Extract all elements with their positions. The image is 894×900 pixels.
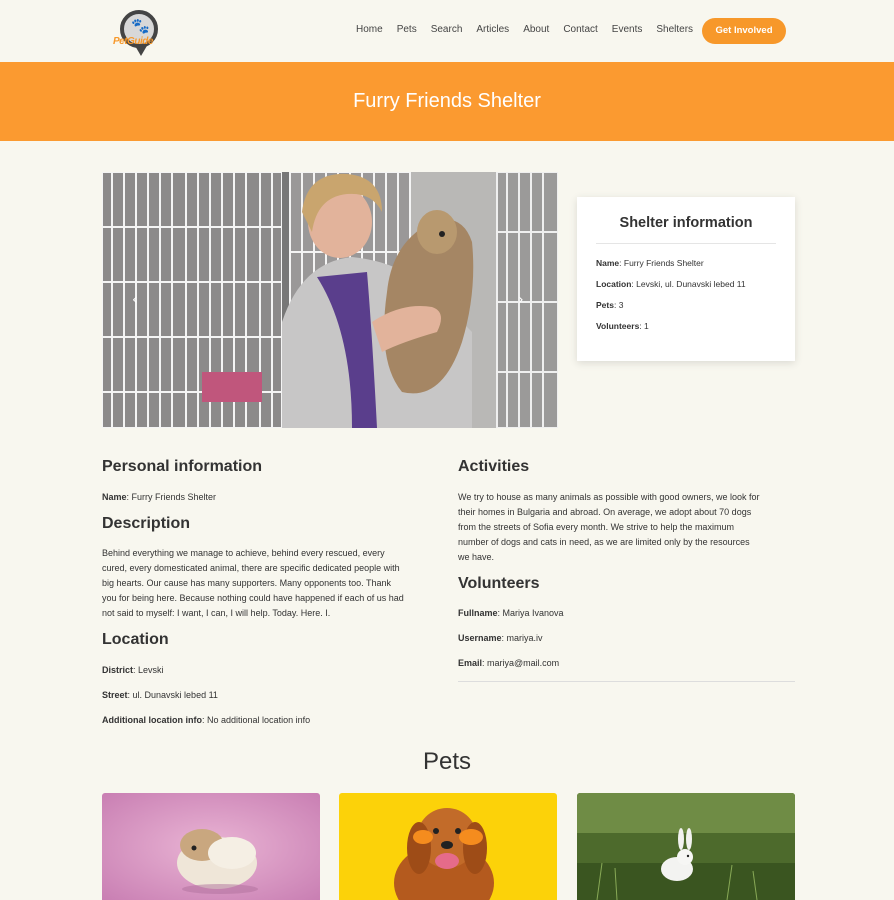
nav-home[interactable]: Home [356, 24, 383, 35]
activities-heading: Activities [458, 458, 530, 475]
info-row-pets: Pets: 3 [596, 300, 624, 310]
description-text: Behind everything we manage to achieve, … [102, 548, 404, 618]
nav-search[interactable]: Search [431, 24, 463, 35]
volunteer-email: Email: mariya@mail.com [458, 658, 560, 668]
rabbit-photo [577, 793, 795, 900]
location-street: Street: ul. Dunavski lebed 11 [102, 690, 218, 700]
shelter-photo: ‹ › [102, 172, 558, 428]
activities-text: We try to house as many animals as possi… [458, 492, 760, 562]
shelter-info-title: Shelter information [596, 215, 776, 244]
volunteers-heading: Volunteers [458, 575, 540, 592]
pet-card-rabbit[interactable] [577, 793, 795, 900]
nav-events[interactable]: Events [612, 24, 643, 35]
main-nav: Home Pets Search Articles About Contact … [356, 24, 707, 35]
nav-shelters[interactable]: Shelters [656, 24, 693, 35]
shelter-photo-carousel[interactable]: ‹ › [102, 172, 558, 428]
paw-icon: 🐾 [131, 18, 150, 35]
logo-text: PetGuide [113, 36, 153, 47]
location-additional: Additional location info: No additional … [102, 715, 311, 725]
pet-card-guinea-pig[interactable] [102, 793, 320, 900]
svg-text:›: › [518, 292, 524, 308]
guinea-pig-photo [102, 793, 320, 900]
pets-heading: Pets [422, 748, 472, 775]
golden-retriever-photo [339, 793, 557, 900]
location-heading: Location [102, 631, 169, 648]
personal-info-heading: Personal information [102, 458, 263, 475]
volunteer-username: Username: mariya.iv [458, 633, 543, 643]
get-involved-button[interactable]: Get Involved [702, 18, 786, 44]
info-row-location: Location: Levski, ul. Dunavski lebed 11 [596, 279, 746, 289]
page-banner: Furry Friends Shelter [0, 62, 894, 141]
logo[interactable]: 🐾 PetGuide [113, 10, 171, 56]
nav-contact[interactable]: Contact [563, 24, 597, 35]
nav-articles[interactable]: Articles [476, 24, 509, 35]
volunteers-divider [458, 681, 795, 682]
location-district: District: Levski [102, 665, 164, 675]
description-heading: Description [102, 515, 191, 532]
nav-pets[interactable]: Pets [397, 24, 417, 35]
pet-card-dog[interactable] [339, 793, 557, 900]
nav-about[interactable]: About [523, 24, 549, 35]
info-row-volunteers: Volunteers: 1 [596, 321, 649, 331]
personal-name: Name: Furry Friends Shelter [102, 492, 217, 502]
site-header: 🐾 PetGuide Home Pets Search Articles Abo… [0, 0, 894, 62]
info-row-name: Name: Furry Friends Shelter [596, 258, 704, 268]
svg-text:‹: ‹ [132, 292, 138, 308]
shelter-info-card: Shelter information Name: Furry Friends … [577, 197, 795, 361]
page-title: Furry Friends Shelter [353, 90, 541, 112]
volunteer-fullname: Fullname: Mariya Ivanova [458, 608, 564, 618]
